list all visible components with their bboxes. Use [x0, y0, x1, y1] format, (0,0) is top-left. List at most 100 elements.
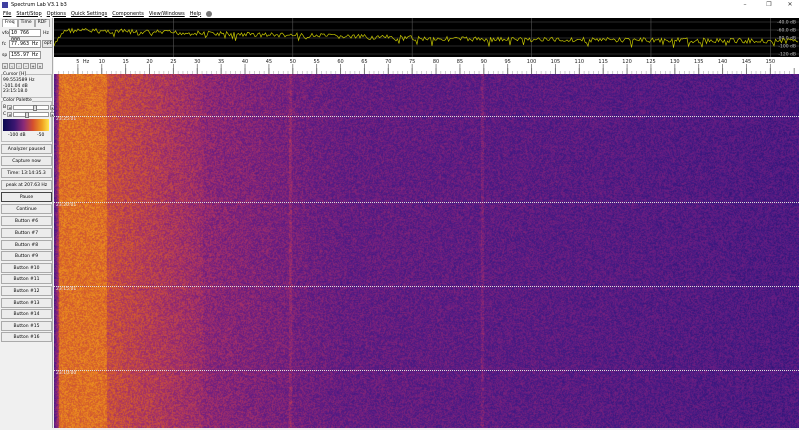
vfo-input[interactable]: 10 766 000	[9, 29, 41, 37]
menu-file[interactable]: File	[3, 11, 11, 17]
brightness-slider[interactable]	[13, 105, 49, 110]
time-marker-label: 23:15:01	[56, 287, 76, 292]
db-label: -100 dB	[778, 44, 796, 50]
palette-max-label: -50	[37, 133, 44, 138]
spectrum-plot: -40.0 dB-60.0 dB-80.0 dB-100 dB-120 dB	[54, 18, 799, 57]
contrast-label: C	[3, 112, 6, 117]
opt-button[interactable]: opt	[42, 40, 53, 48]
freq-tick-label: 125	[646, 59, 656, 65]
contrast-thumb[interactable]	[25, 112, 29, 118]
time-marker-label: 23:10:00	[56, 371, 76, 376]
button-button-7[interactable]: Button #7	[1, 228, 52, 238]
time-marker-line	[54, 116, 799, 117]
fc-label: fc	[2, 42, 8, 47]
title-bar: Spectrum Lab V3.1 b3 – ❐ ✕	[0, 0, 799, 9]
freq-tick-label: 20	[146, 59, 152, 65]
status-indicator-icon	[206, 11, 212, 17]
scroll-left-button[interactable]: ‹	[9, 63, 15, 69]
freq-tick-label: 5	[76, 59, 79, 65]
waterfall-display[interactable]: 23:25:01 23:20:01 23:15:01 23:10:00	[54, 74, 799, 428]
button-button-8[interactable]: Button #8	[1, 240, 52, 250]
time-marker-line	[54, 286, 799, 287]
restore-button[interactable]: ❐	[760, 0, 778, 9]
cursor-frequency: 99.553589 Hz	[3, 78, 35, 84]
button-peak-at-207-63-hz[interactable]: peak at 207.63 Hz	[1, 180, 52, 190]
freq-tick-label: 15	[122, 59, 128, 65]
app-icon	[2, 2, 8, 8]
vfo-label: vfo	[2, 31, 8, 36]
button-button-16[interactable]: Button #16	[1, 332, 52, 342]
menu-view-windows[interactable]: View/Windows	[149, 11, 185, 17]
freq-tick-label: 90	[481, 59, 487, 65]
menu-quick-settings[interactable]: Quick Settings	[71, 11, 107, 17]
freq-tick-label: 70	[385, 59, 391, 65]
db-label: -40.0 dB	[777, 20, 796, 26]
scroll-far-left-button[interactable]: «	[2, 63, 8, 69]
zoom-in-button[interactable]: +	[30, 63, 36, 69]
freq-tick-label: 60	[337, 59, 343, 65]
button-button-6[interactable]: Button #6	[1, 216, 52, 226]
cursor-title: Cursor [H]	[3, 72, 26, 77]
menu-help[interactable]: Help	[190, 11, 201, 17]
freq-tick-label: 100	[527, 59, 537, 65]
time-marker-line	[54, 202, 799, 203]
button-time-13-14-35-3[interactable]: Time: 13:14:35.3	[1, 168, 52, 178]
vfo-unit: Hz	[42, 31, 50, 36]
button-button-14[interactable]: Button #14	[1, 309, 52, 319]
button-button-12[interactable]: Button #12	[1, 286, 52, 296]
button-analyzer-paused[interactable]: Analyzer paused	[1, 144, 52, 154]
tab-freq[interactable]: Freq	[2, 19, 18, 27]
freq-unit-label: Hz	[83, 59, 90, 65]
waterfall-canvas	[54, 74, 799, 428]
window-title: Spectrum Lab V3.1 b3	[11, 2, 67, 8]
freq-tick-label: 40	[242, 59, 248, 65]
button-button-9[interactable]: Button #9	[1, 251, 52, 261]
brightness-decrease[interactable]: ◂	[7, 105, 12, 110]
freq-tick-label: 80	[433, 59, 439, 65]
freq-tick-label: 75	[409, 59, 415, 65]
button-button-13[interactable]: Button #13	[1, 298, 52, 308]
freq-tick-label: 145	[742, 59, 752, 65]
db-label: -60.0 dB	[777, 28, 796, 34]
spectrum-graph[interactable]: -40.0 dB -60.0 dB -80.0 dB -100 dB -120 dB	[54, 18, 799, 57]
freq-tick-label: 85	[457, 59, 463, 65]
freq-tick-label: 50	[290, 59, 296, 65]
freq-tick-label: 105	[551, 59, 561, 65]
time-marker-line	[54, 370, 799, 371]
brightness-thumb[interactable]	[33, 105, 37, 111]
freq-tick-label: 130	[670, 59, 680, 65]
scroll-far-right-button[interactable]: »	[37, 63, 43, 69]
contrast-decrease[interactable]: ◂	[7, 112, 12, 117]
menu-options[interactable]: Options	[47, 11, 66, 17]
span-input[interactable]: 155.97 Hz	[9, 51, 41, 59]
center-button[interactable]: ◦	[16, 63, 22, 69]
color-palette-bar	[3, 119, 49, 131]
minimize-button[interactable]: –	[736, 0, 754, 9]
freq-tick-label: 115	[598, 59, 608, 65]
freq-tick-label: 150	[766, 59, 776, 65]
freq-tick-label: 35	[218, 59, 224, 65]
button-button-15[interactable]: Button #15	[1, 321, 52, 331]
zoom-out-button[interactable]: -	[23, 63, 29, 69]
button-button-11[interactable]: Button #11	[1, 274, 52, 284]
freq-tick-label: 45	[266, 59, 272, 65]
tab-time[interactable]: Time	[18, 19, 35, 27]
freq-tick-label: 10	[99, 59, 105, 65]
button-capture-now[interactable]: Capture now	[1, 156, 52, 166]
frequency-scale[interactable]: 5 10 15 20 25 30 35 40 45 50 55 60 65 70 75 80 85 90 95 100…	[54, 57, 799, 74]
button-pause[interactable]: Pause	[1, 192, 52, 202]
freq-tick-label: 110	[575, 59, 585, 65]
button-continue[interactable]: Continue	[1, 204, 52, 214]
fc-input[interactable]: 77.963 Hz	[9, 40, 41, 48]
button-button-10[interactable]: Button #10	[1, 263, 52, 273]
menu-start-stop[interactable]: Start/Stop	[16, 11, 41, 17]
color-palette-title: Color Palette	[3, 98, 32, 103]
close-button[interactable]: ✕	[781, 0, 799, 9]
sp-label: sp	[2, 53, 8, 58]
frequency-axis: 5 10 15 20 25 30 35 40 45 50 55 60 65 70 75 80 85 90 95 100…	[54, 57, 799, 74]
contrast-slider[interactable]	[13, 112, 49, 117]
cursor-time: 23:15:18.0	[3, 89, 35, 95]
tab-rdf[interactable]: RDF	[35, 19, 50, 27]
menu-components[interactable]: Components	[112, 11, 144, 17]
time-marker-label: 23:25:01	[56, 117, 76, 122]
